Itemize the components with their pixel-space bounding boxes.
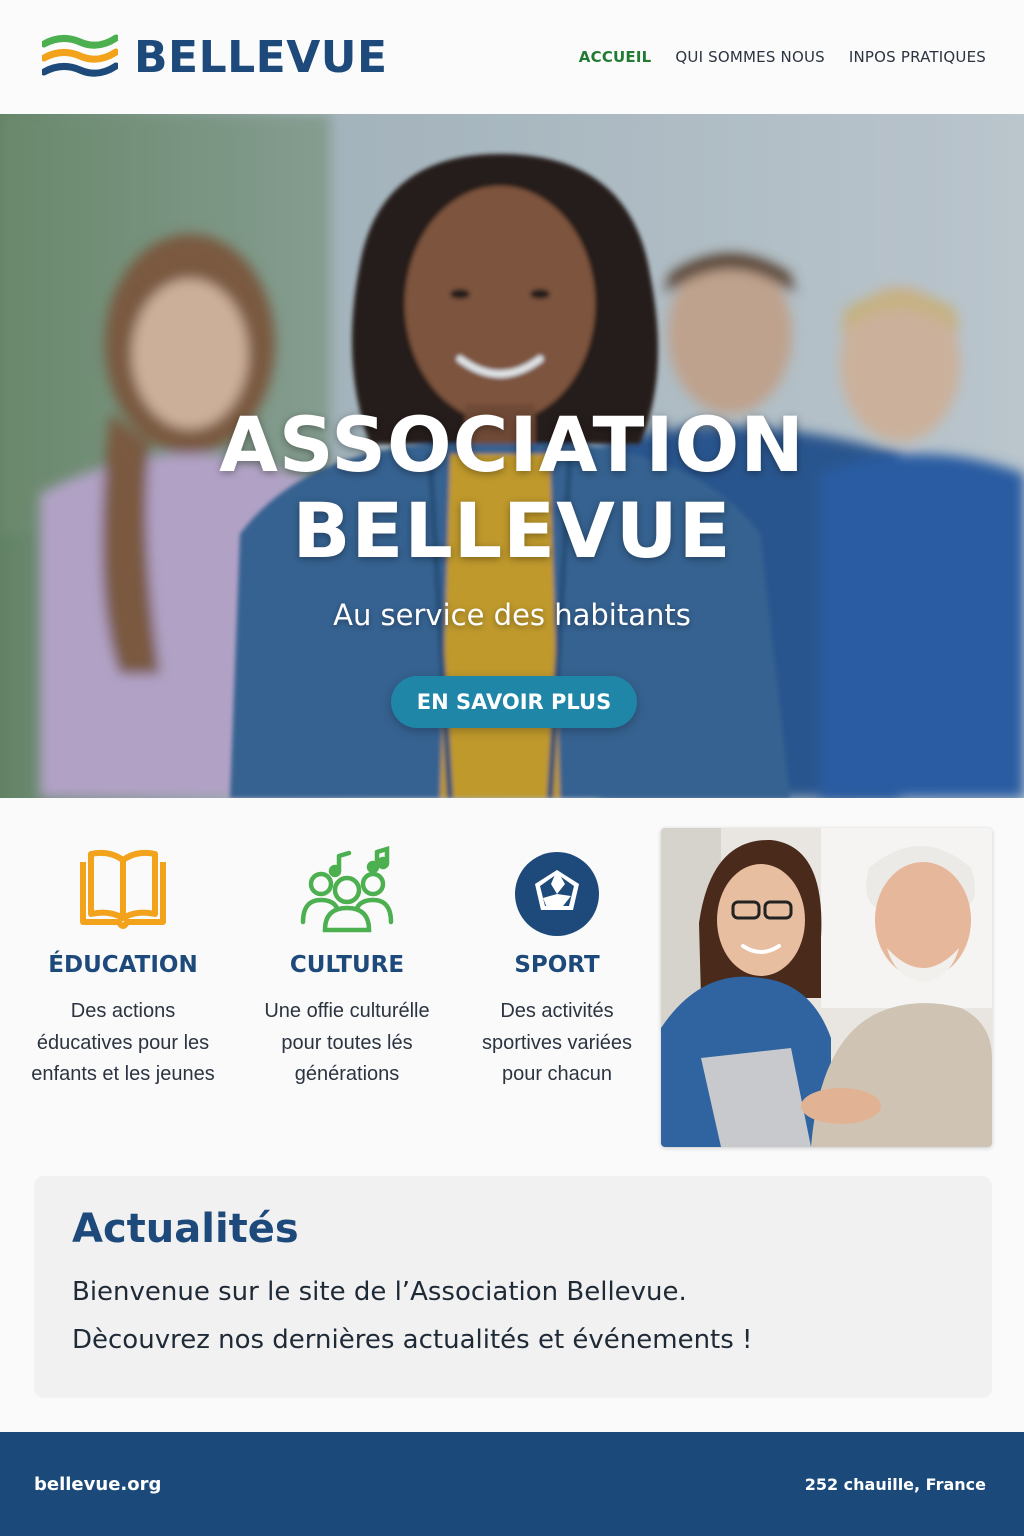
hero-banner: ASSOCIATION BELLEVUE Au service des habi… [0, 114, 1024, 798]
feature-description: Des actions éducatives pour les enfants … [31, 1000, 215, 1085]
footer-address: 252 chauille, France [804, 1474, 986, 1494]
nav-item-accueil[interactable]: ACCUEIL [579, 48, 652, 66]
feature-sport[interactable]: SPORT Des activités sportives variées po… [452, 840, 662, 1091]
feature-title: ÉDUCATION [48, 952, 198, 978]
page: BELLEVUE ACCUEIL QUI SOMMES NOUS INPOS P… [0, 0, 1024, 1536]
logo-text: BELLEVUE [134, 31, 388, 83]
news-title: Actualités [72, 1206, 299, 1252]
nav-item-qui-sommes-nous[interactable]: QUI SOMMES NOUS [675, 48, 824, 66]
news-line2: Dècouvrez nos dernières actualités et év… [72, 1325, 753, 1355]
book-icon [80, 849, 166, 929]
waves-logo-icon [42, 34, 118, 77]
people-music-icon [300, 845, 394, 933]
community-photo [661, 828, 992, 1147]
logo[interactable]: BELLEVUE [42, 30, 388, 84]
soccer-ball-icon [515, 852, 599, 936]
news-line1: Bienvenue sur le site de l’Association B… [72, 1277, 687, 1307]
site-footer: bellevue.org 252 chauille, France [0, 1432, 1024, 1536]
hero-title: ASSOCIATION BELLEVUE [0, 402, 1024, 574]
footer-site-link[interactable]: bellevue.org [34, 1474, 161, 1495]
feature-title: SPORT [514, 952, 600, 978]
feature-title: CULTURE [289, 952, 405, 978]
feature-culture[interactable]: CULTURE Une offie culturélle pour toutes… [242, 840, 452, 1091]
feature-education[interactable]: ÉDUCATION Des actions éducatives pour le… [18, 840, 228, 1091]
hero-subtitle: Au service des habitants [333, 598, 691, 632]
main-nav: ACCUEIL QUI SOMMES NOUS INPOS PRATIQUES [579, 48, 986, 66]
features-section: ÉDUCATION Des actions éducatives pour le… [18, 840, 648, 1140]
news-text: Bienvenue sur le site de l’Association B… [72, 1268, 954, 1364]
news-section: Actualités Bienvenue sur le site de l’As… [34, 1176, 992, 1398]
hero-title-line2: BELLEVUE [292, 486, 732, 575]
feature-description: Des activités sportives variées pour cha… [481, 1000, 633, 1085]
feature-description: Une offie culturélle pour toutes lés gén… [264, 1000, 430, 1085]
hero-title-line1: ASSOCIATION [219, 400, 805, 489]
nav-item-infos-pratiques[interactable]: INPOS PRATIQUES [849, 48, 986, 66]
learn-more-button[interactable]: EN SAVOIR PLUS [391, 676, 637, 728]
site-header: BELLEVUE ACCUEIL QUI SOMMES NOUS INPOS P… [0, 0, 1024, 114]
